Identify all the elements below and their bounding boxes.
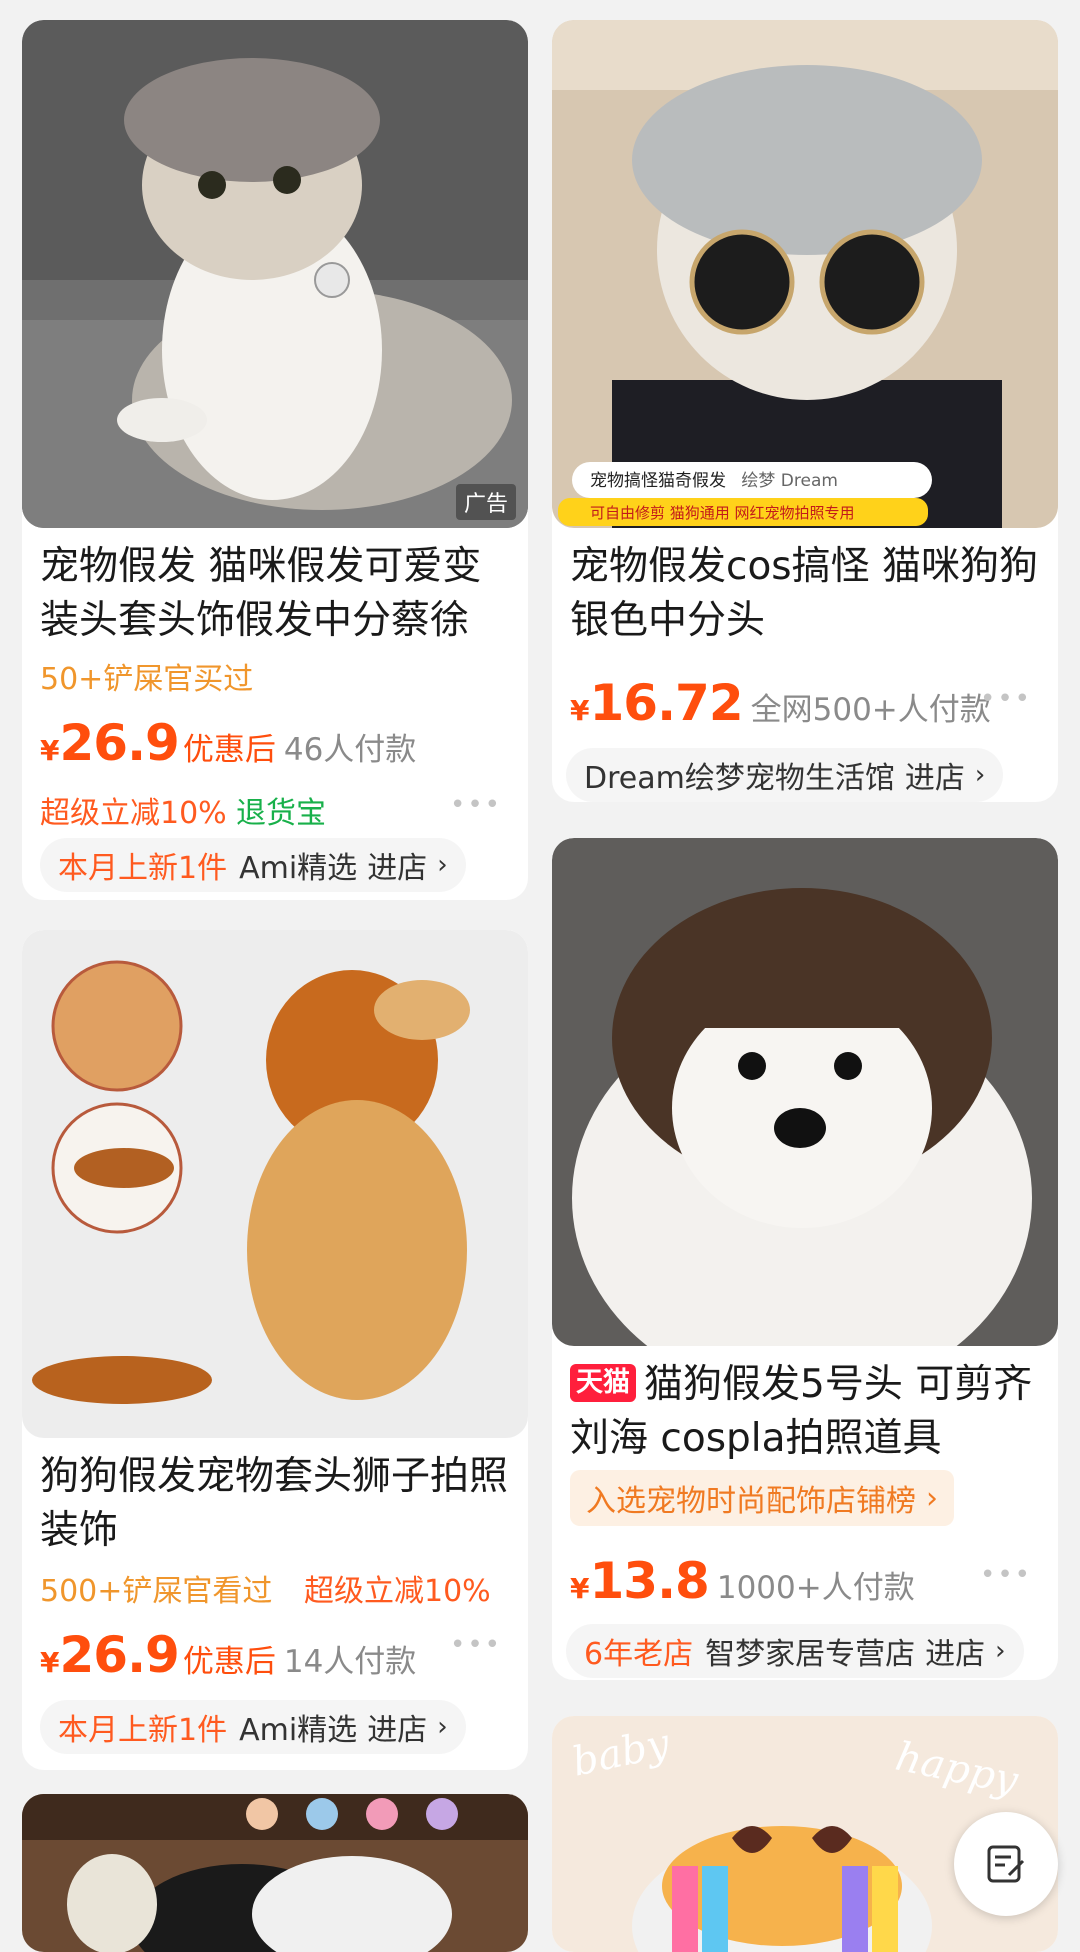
more-dots-icon[interactable]: •••	[450, 790, 502, 820]
dog-bob-wig-photo	[552, 838, 1058, 1346]
after-discount-label: 优惠后	[182, 1644, 276, 1680]
product-title: 猫狗假发5号头 可剪齐刘海 cospla拍照道具	[570, 1362, 1033, 1461]
price-row: ¥ 16.72 全网500+人付款	[570, 674, 1040, 734]
rank-label: 入选宠物时尚配饰店铺榜	[586, 1484, 916, 1519]
sold-count: 全网500+人付款	[750, 692, 991, 728]
product-card-3[interactable]: 狗狗假发宠物套头狮子拍照装饰 500+铲屎官看过 超级立减10% ¥ 26.9 …	[22, 930, 528, 1770]
product-title-row[interactable]: 天猫 猫狗假发5号头 可剪齐刘海 cospla拍照道具	[570, 1358, 1040, 1466]
product-image-silver-wig[interactable]: 宠物搞怪猫奇假发 绘梦 Dream 可自由修剪 猫狗通用 网红宠物拍照专用	[552, 20, 1058, 528]
enter-store-label: 进店	[367, 1713, 428, 1748]
more-dots-icon[interactable]: •••	[450, 1630, 502, 1660]
store-new-tag: 本月上新1件	[58, 1713, 228, 1748]
enter-store-label: 进店	[925, 1637, 986, 1672]
more-dots-icon[interactable]: •••	[980, 684, 1032, 714]
rank-pill[interactable]: 入选宠物时尚配饰店铺榜 ›	[570, 1470, 954, 1526]
curly-wig-photo	[22, 1794, 528, 1952]
product-image-cat-wig[interactable]: 广告	[22, 20, 528, 528]
after-discount-label: 优惠后	[182, 732, 276, 768]
currency-symbol: ¥	[570, 694, 590, 727]
enter-store-label: 进店	[904, 761, 965, 796]
cat-wig-photo	[22, 20, 528, 528]
store-pill[interactable]: Dream绘梦宠物生活馆 进店 ›	[566, 748, 1004, 802]
price: 13.8	[589, 1552, 709, 1610]
store-name: 智梦家居专营店	[705, 1637, 916, 1672]
currency-symbol: ¥	[570, 1572, 590, 1605]
chevron-right-icon: ›	[437, 1712, 448, 1742]
product-card-4[interactable]: 天猫 猫狗假发5号头 可剪齐刘海 cospla拍照道具 入选宠物时尚配饰店铺榜 ›…	[552, 838, 1058, 1680]
cat-silver-wig-photo	[552, 20, 1058, 528]
store-pill[interactable]: 本月上新1件 Ami精选 进店 ›	[40, 1700, 466, 1754]
product-title[interactable]: 狗狗假发宠物套头狮子拍照装饰	[40, 1450, 510, 1558]
buyers-hint: 50+铲屎官买过	[40, 662, 254, 697]
feedback-button[interactable]	[954, 1812, 1058, 1916]
product-image-lion-mane[interactable]	[22, 930, 528, 1438]
enter-store-label: 进店	[367, 851, 428, 886]
price: 26.9	[59, 1626, 179, 1684]
store-name: Ami精选	[239, 1713, 358, 1748]
image-caption-line1: 宠物搞怪猫奇假发 绘梦 Dream	[590, 471, 838, 491]
promo-discount: 超级立减10%	[304, 1574, 491, 1609]
promo-return-insurance: 退货宝	[236, 796, 326, 831]
product-card-1[interactable]: 广告 宠物假发 猫咪假发可爱变装头套头饰假发中分蔡徐 50+铲屎官买过 ¥ 26…	[22, 20, 528, 900]
store-new-tag: 本月上新1件	[58, 851, 228, 886]
product-card-5[interactable]	[22, 1794, 528, 1952]
price-row: ¥ 13.8 1000+人付款	[570, 1552, 1040, 1612]
price-row: ¥ 26.9 优惠后 46人付款	[40, 714, 510, 774]
chevron-right-icon: ›	[995, 1636, 1006, 1666]
store-pill[interactable]: 6年老店 智梦家居专营店 进店 ›	[566, 1624, 1024, 1678]
store-pill[interactable]: 本月上新1件 Ami精选 进店 ›	[40, 838, 466, 892]
more-dots-icon[interactable]: •••	[980, 1560, 1032, 1590]
tmall-badge: 天猫	[570, 1364, 636, 1402]
sold-count: 14人付款	[283, 1644, 417, 1680]
price-row: ¥ 26.9 优惠后 14人付款	[40, 1626, 510, 1686]
sold-count: 1000+人付款	[716, 1570, 915, 1606]
edit-note-icon	[987, 1845, 1025, 1883]
price: 26.9	[59, 714, 179, 772]
chevron-right-icon: ›	[974, 760, 986, 790]
product-title[interactable]: 宠物假发cos搞怪 猫咪狗狗银色中分头	[570, 540, 1040, 648]
product-card-2[interactable]: 宠物搞怪猫奇假发 绘梦 Dream 可自由修剪 猫狗通用 网红宠物拍照专用 宠物…	[552, 20, 1058, 802]
image-caption-line2: 可自由修剪 猫狗通用 网红宠物拍照专用	[590, 504, 855, 522]
store-age-tag: 6年老店	[584, 1637, 694, 1672]
store-name: Dream绘梦宠物生活馆	[584, 761, 895, 796]
dog-lion-mane-photo	[22, 930, 528, 1438]
promo-discount: 超级立减10%	[40, 796, 227, 831]
chevron-right-icon: ›	[437, 850, 448, 880]
product-title[interactable]: 宠物假发 猫咪假发可爱变装头套头饰假发中分蔡徐	[40, 540, 510, 648]
viewers-hint: 500+铲屎官看过	[40, 1574, 273, 1609]
currency-symbol: ¥	[40, 1646, 60, 1679]
chevron-right-icon: ›	[926, 1480, 938, 1516]
product-image-bob-wig[interactable]	[552, 838, 1058, 1346]
store-name: Ami精选	[239, 851, 358, 886]
price: 16.72	[589, 674, 743, 732]
sold-count: 46人付款	[283, 732, 417, 768]
ad-badge: 广告	[455, 484, 516, 520]
currency-symbol: ¥	[40, 734, 60, 767]
